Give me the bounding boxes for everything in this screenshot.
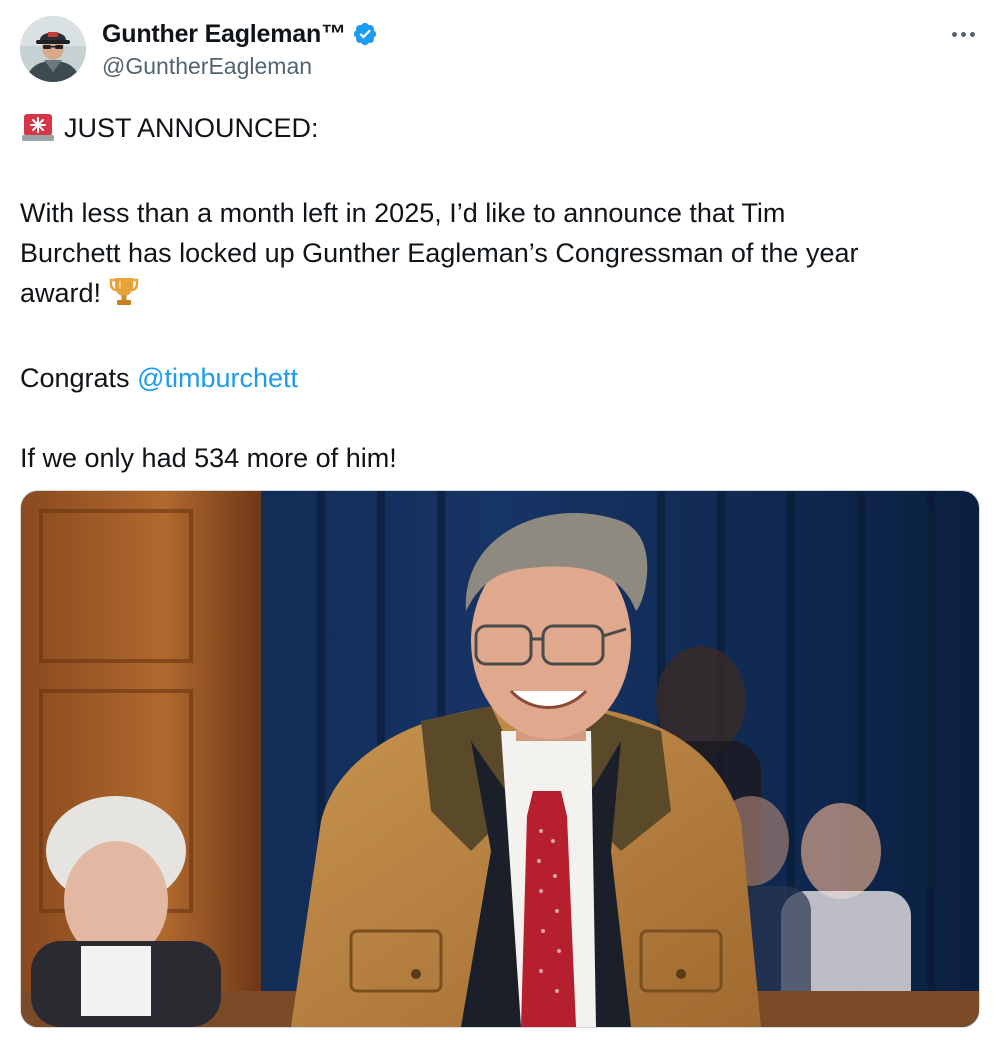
text-line-congrats: Congrats @timburchett [20, 358, 980, 398]
more-options-icon[interactable] [946, 20, 980, 48]
trophy-emoji-icon [109, 275, 139, 318]
mention-link[interactable]: @timburchett [137, 363, 298, 393]
display-name-row: Gunther Eagleman™ [102, 18, 378, 50]
text-line-announcement: JUST ANNOUNCED: [20, 108, 980, 153]
user-avatar[interactable] [20, 16, 86, 82]
congrats-text: Congrats [20, 363, 130, 393]
award-text: award! [20, 278, 102, 308]
photo-of-congressman [21, 491, 979, 1027]
user-handle[interactable]: @GuntherEagleman [102, 53, 378, 80]
more-dot [951, 31, 957, 37]
display-name[interactable]: Gunther Eagleman™ [102, 20, 346, 49]
avatar-image [20, 16, 86, 82]
tweet-header: Gunther Eagleman™ @GuntherEagleman [20, 16, 980, 84]
more-dot [969, 31, 975, 37]
announcement-heading: JUST ANNOUNCED: [64, 113, 319, 143]
text-line: With less than a month left in 2025, I’d… [20, 198, 786, 228]
text-line-closing: If we only had 534 more of him! [20, 443, 397, 473]
author-names: Gunther Eagleman™ @GuntherEagleman [102, 18, 378, 80]
tweet[interactable]: Gunther Eagleman™ @GuntherEagleman JUST … [0, 0, 1000, 1040]
tweet-media-photo[interactable] [20, 490, 980, 1028]
verified-badge-icon[interactable] [352, 21, 378, 47]
tweet-text: JUST ANNOUNCED: With less than a month l… [20, 108, 980, 478]
text-line: Burchett has locked up Gunther Eagleman’… [20, 238, 859, 268]
more-dot [960, 31, 966, 37]
siren-emoji-icon [20, 112, 56, 153]
text-line-award: award! [20, 273, 980, 318]
